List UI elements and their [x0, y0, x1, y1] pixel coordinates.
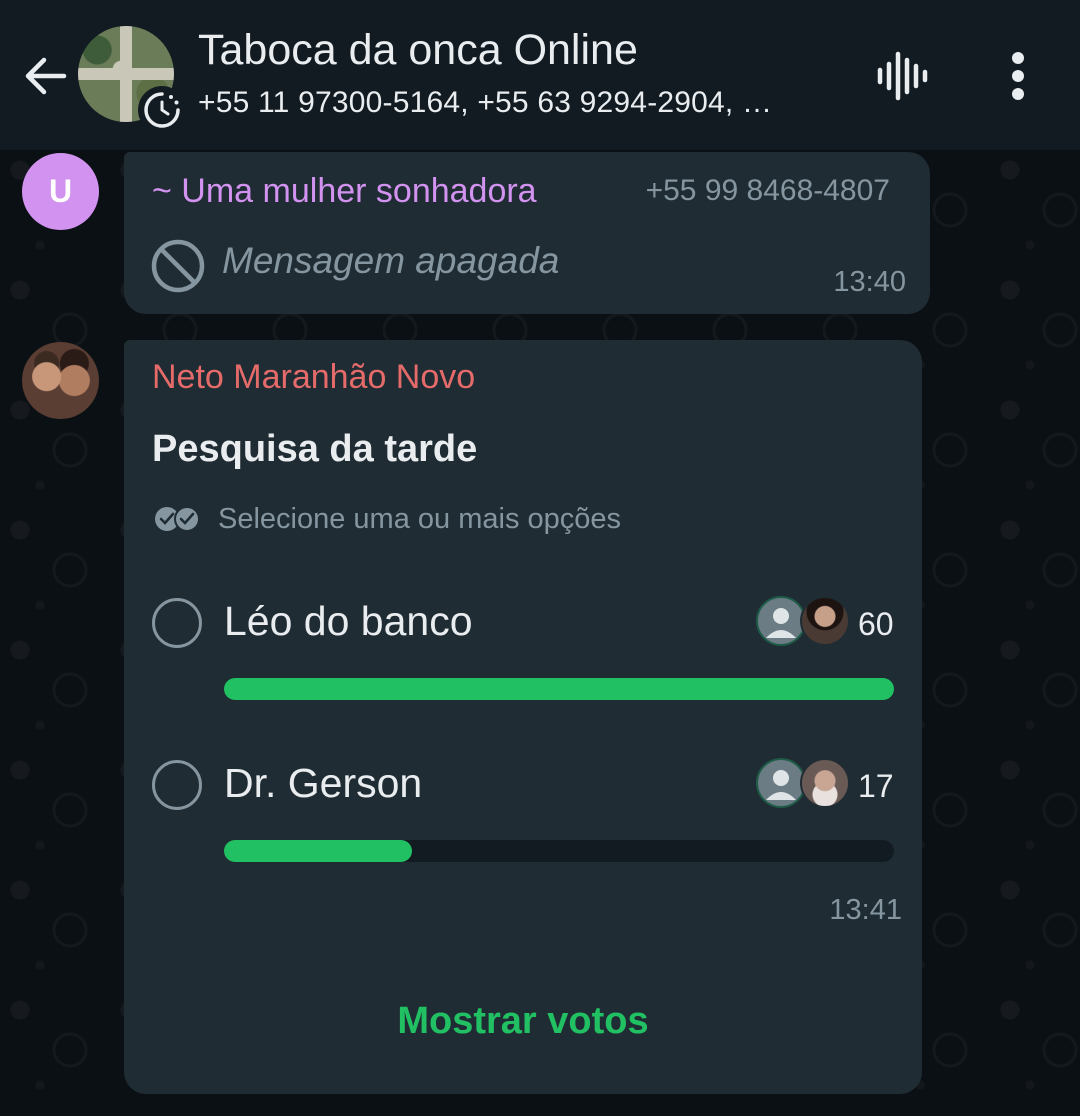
message-time: 13:40 [833, 266, 906, 298]
vote-progress-fill [224, 678, 894, 700]
status-badge [138, 86, 186, 134]
option-radio[interactable] [152, 598, 202, 648]
vote-progress-track [224, 678, 894, 700]
chat-title[interactable]: Taboca da onca Online [198, 26, 638, 75]
show-votes-button[interactable]: Mostrar votos [124, 1000, 922, 1043]
default-user-avatar [756, 758, 806, 808]
sender-avatar-photo[interactable] [22, 342, 99, 419]
voter-avatars[interactable] [756, 758, 852, 812]
voter-avatar-photo [800, 758, 850, 808]
voice-chat-button[interactable] [874, 50, 930, 102]
chat-header: Taboca da onca Online +55 11 97300-5164,… [0, 0, 1080, 151]
person-icon [766, 770, 796, 800]
message-time: 13:41 [829, 894, 902, 926]
default-user-avatar [756, 596, 806, 646]
poll-option[interactable]: Léo do banco 60 [124, 596, 922, 728]
sender-phone: +55 99 8468-4807 [645, 174, 890, 207]
vote-count: 60 [858, 606, 894, 642]
vote-progress-fill [224, 840, 412, 862]
sender-avatar[interactable]: U [22, 153, 99, 230]
option-label: Dr. Gerson [224, 760, 423, 806]
poll-message-bubble: Neto Maranhão Novo Pesquisa da tarde Sel… [124, 340, 922, 1094]
sender-name[interactable]: Neto Maranhão Novo [152, 358, 475, 397]
voter-avatar-photo [800, 596, 850, 646]
voice-waveform-icon [877, 51, 928, 101]
vote-count: 17 [858, 768, 894, 804]
message-bubble-deleted[interactable]: ~ Uma mulher sonhadora +55 99 8468-4807 … [124, 152, 930, 314]
poll-option[interactable]: Dr. Gerson 17 [124, 758, 922, 890]
back-button[interactable] [18, 48, 74, 104]
deleted-message-text: Mensagem apagada [222, 240, 560, 281]
more-vert-icon [1012, 52, 1024, 100]
status-ring-icon [144, 92, 180, 128]
more-options-button[interactable] [996, 48, 1040, 104]
sender-name[interactable]: ~ Uma mulher sonhadora [152, 172, 537, 211]
voter-avatars[interactable] [756, 596, 852, 650]
blocked-icon [151, 239, 205, 293]
arrow-left-icon [25, 57, 67, 95]
option-label: Léo do banco [224, 598, 473, 644]
option-radio[interactable] [152, 760, 202, 810]
person-icon [766, 608, 796, 638]
poll-question: Pesquisa da tarde [152, 428, 478, 470]
poll-hint: Selecione uma ou mais opções [218, 503, 622, 535]
chat-participants[interactable]: +55 11 97300-5164, +55 63 9294-2904, … [198, 86, 772, 120]
vote-progress-track [224, 840, 894, 862]
double-check-icon [155, 506, 200, 532]
